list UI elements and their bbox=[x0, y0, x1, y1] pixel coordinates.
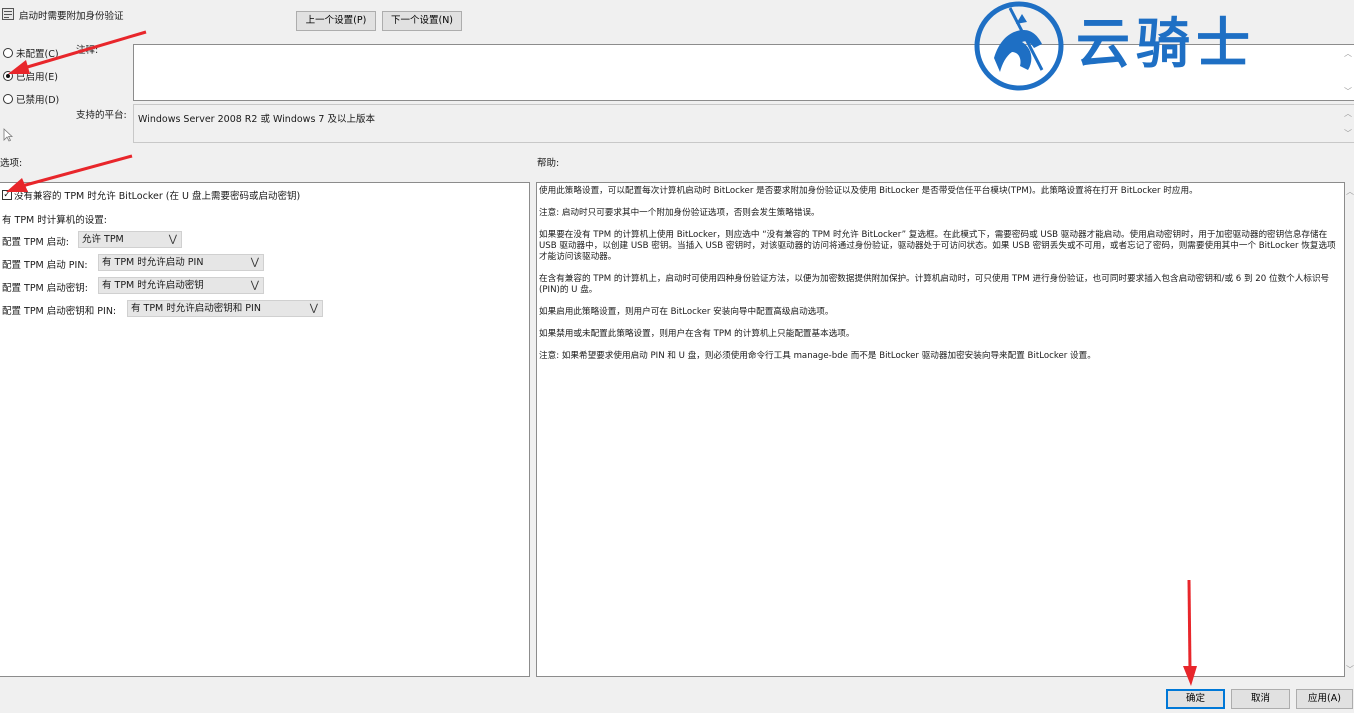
tpm-pin-select[interactable]: 有 TPM 时允许启动 PIN ⋁ bbox=[98, 254, 264, 271]
tpm-key-select[interactable]: 有 TPM 时允许启动密钥 ⋁ bbox=[98, 277, 264, 294]
help-paragraph: 注意: 启动时只可要求其中一个附加身份验证选项，否则会发生策略错误。 bbox=[539, 208, 820, 218]
help-paragraph: 使用此策略设置，可以配置每次计算机启动时 BitLocker 是否要求附加身份验… bbox=[539, 186, 1198, 196]
scroll-up-icon[interactable]: ︿ bbox=[1346, 186, 1354, 197]
platform-value: Windows Server 2008 R2 或 Windows 7 及以上版本 bbox=[138, 114, 375, 125]
radio-enabled[interactable]: 已启用(E) bbox=[3, 69, 58, 83]
mouse-cursor-icon bbox=[3, 128, 13, 142]
radio-circle-selected bbox=[3, 71, 13, 81]
next-setting-button[interactable]: 下一个设置(N) bbox=[382, 11, 462, 31]
apply-button[interactable]: 应用(A) bbox=[1296, 689, 1353, 709]
chevron-down-icon: ⋁ bbox=[250, 257, 259, 268]
help-paragraph: 在含有兼容的 TPM 的计算机上，启动时可使用四种身份验证方法，以便为加密数据提… bbox=[539, 274, 1330, 295]
previous-setting-button[interactable]: 上一个设置(P) bbox=[296, 11, 376, 31]
scroll-down-icon[interactable]: ﹀ bbox=[1346, 664, 1354, 675]
platform-label: 支持的平台: bbox=[76, 110, 127, 121]
radio-enabled-label: 已启用(E) bbox=[16, 72, 58, 83]
scroll-down-icon[interactable]: ﹀ bbox=[1344, 86, 1352, 97]
radio-circle bbox=[3, 48, 13, 58]
platform-box: Windows Server 2008 R2 或 Windows 7 及以上版本 bbox=[133, 104, 1354, 143]
options-panel: ✓ 没有兼容的 TPM 时允许 BitLocker (在 U 盘上需要密码或启动… bbox=[0, 182, 530, 677]
checkbox-checked-icon: ✓ bbox=[2, 190, 12, 200]
chevron-down-icon: ⋁ bbox=[168, 234, 177, 245]
tpm-key-pin-label: 配置 TPM 启动密钥和 PIN: bbox=[2, 306, 117, 317]
help-panel: 使用此策略设置，可以配置每次计算机启动时 BitLocker 是否要求附加身份验… bbox=[536, 182, 1345, 677]
tpm-startup-select[interactable]: 允许 TPM ⋁ bbox=[78, 231, 182, 248]
watermark-text: 云骑士 bbox=[1076, 12, 1256, 75]
help-header: 帮助: bbox=[537, 158, 560, 169]
tpm-startup-label: 配置 TPM 启动: bbox=[2, 237, 69, 248]
tpm-key-pin-select[interactable]: 有 TPM 时允许启动密钥和 PIN ⋁ bbox=[127, 300, 323, 317]
help-paragraph: 注意: 如果希望要求使用启动 PIN 和 U 盘，则必须使用命令行工具 mana… bbox=[539, 351, 1096, 361]
scroll-up-icon[interactable]: ︿ bbox=[1344, 108, 1352, 119]
radio-disabled-label: 已禁用(D) bbox=[16, 95, 60, 106]
chevron-down-icon: ⋁ bbox=[309, 303, 318, 314]
comment-label: 注释: bbox=[76, 45, 99, 56]
radio-not-configured-label: 未配置(C) bbox=[16, 49, 59, 60]
tpm-key-label: 配置 TPM 启动密钥: bbox=[2, 283, 88, 294]
help-paragraph: 如果禁用或未配置此策略设置，则用户在含有 TPM 的计算机上只能配置基本选项。 bbox=[539, 329, 855, 339]
tpm-pin-label: 配置 TPM 启动 PIN: bbox=[2, 260, 88, 271]
tpm-key-value: 有 TPM 时允许启动密钥 bbox=[102, 280, 204, 291]
scroll-down-icon[interactable]: ﹀ bbox=[1344, 128, 1352, 139]
policy-icon bbox=[2, 8, 14, 20]
chevron-down-icon: ⋁ bbox=[250, 280, 259, 291]
policy-title: 启动时需要附加身份验证 bbox=[19, 11, 124, 22]
help-paragraph: 如果要在没有 TPM 的计算机上使用 BitLocker，则应选中 “没有兼容的… bbox=[539, 230, 1336, 262]
allow-without-tpm-label: 没有兼容的 TPM 时允许 BitLocker (在 U 盘上需要密码或启动密钥… bbox=[14, 191, 301, 202]
options-header: 选项: bbox=[0, 158, 23, 169]
radio-circle bbox=[3, 94, 13, 104]
radio-disabled[interactable]: 已禁用(D) bbox=[3, 92, 59, 106]
tpm-startup-value: 允许 TPM bbox=[82, 234, 124, 245]
tpm-pin-value: 有 TPM 时允许启动 PIN bbox=[102, 257, 204, 268]
tpm-key-pin-value: 有 TPM 时允许启动密钥和 PIN bbox=[131, 303, 261, 314]
cancel-button[interactable]: 取消 bbox=[1231, 689, 1290, 709]
tpm-settings-label: 有 TPM 时计算机的设置: bbox=[2, 215, 107, 226]
scroll-up-icon[interactable]: ︿ bbox=[1344, 48, 1352, 59]
knight-logo-icon bbox=[974, 1, 1064, 91]
ok-button[interactable]: 确定 bbox=[1166, 689, 1225, 709]
allow-without-tpm-checkbox[interactable]: ✓ 没有兼容的 TPM 时允许 BitLocker (在 U 盘上需要密码或启动… bbox=[2, 188, 300, 202]
radio-not-configured[interactable]: 未配置(C) bbox=[3, 46, 59, 60]
help-paragraph: 如果启用此策略设置，则用户可在 BitLocker 安装向导中配置高级启动选项。 bbox=[539, 307, 834, 317]
